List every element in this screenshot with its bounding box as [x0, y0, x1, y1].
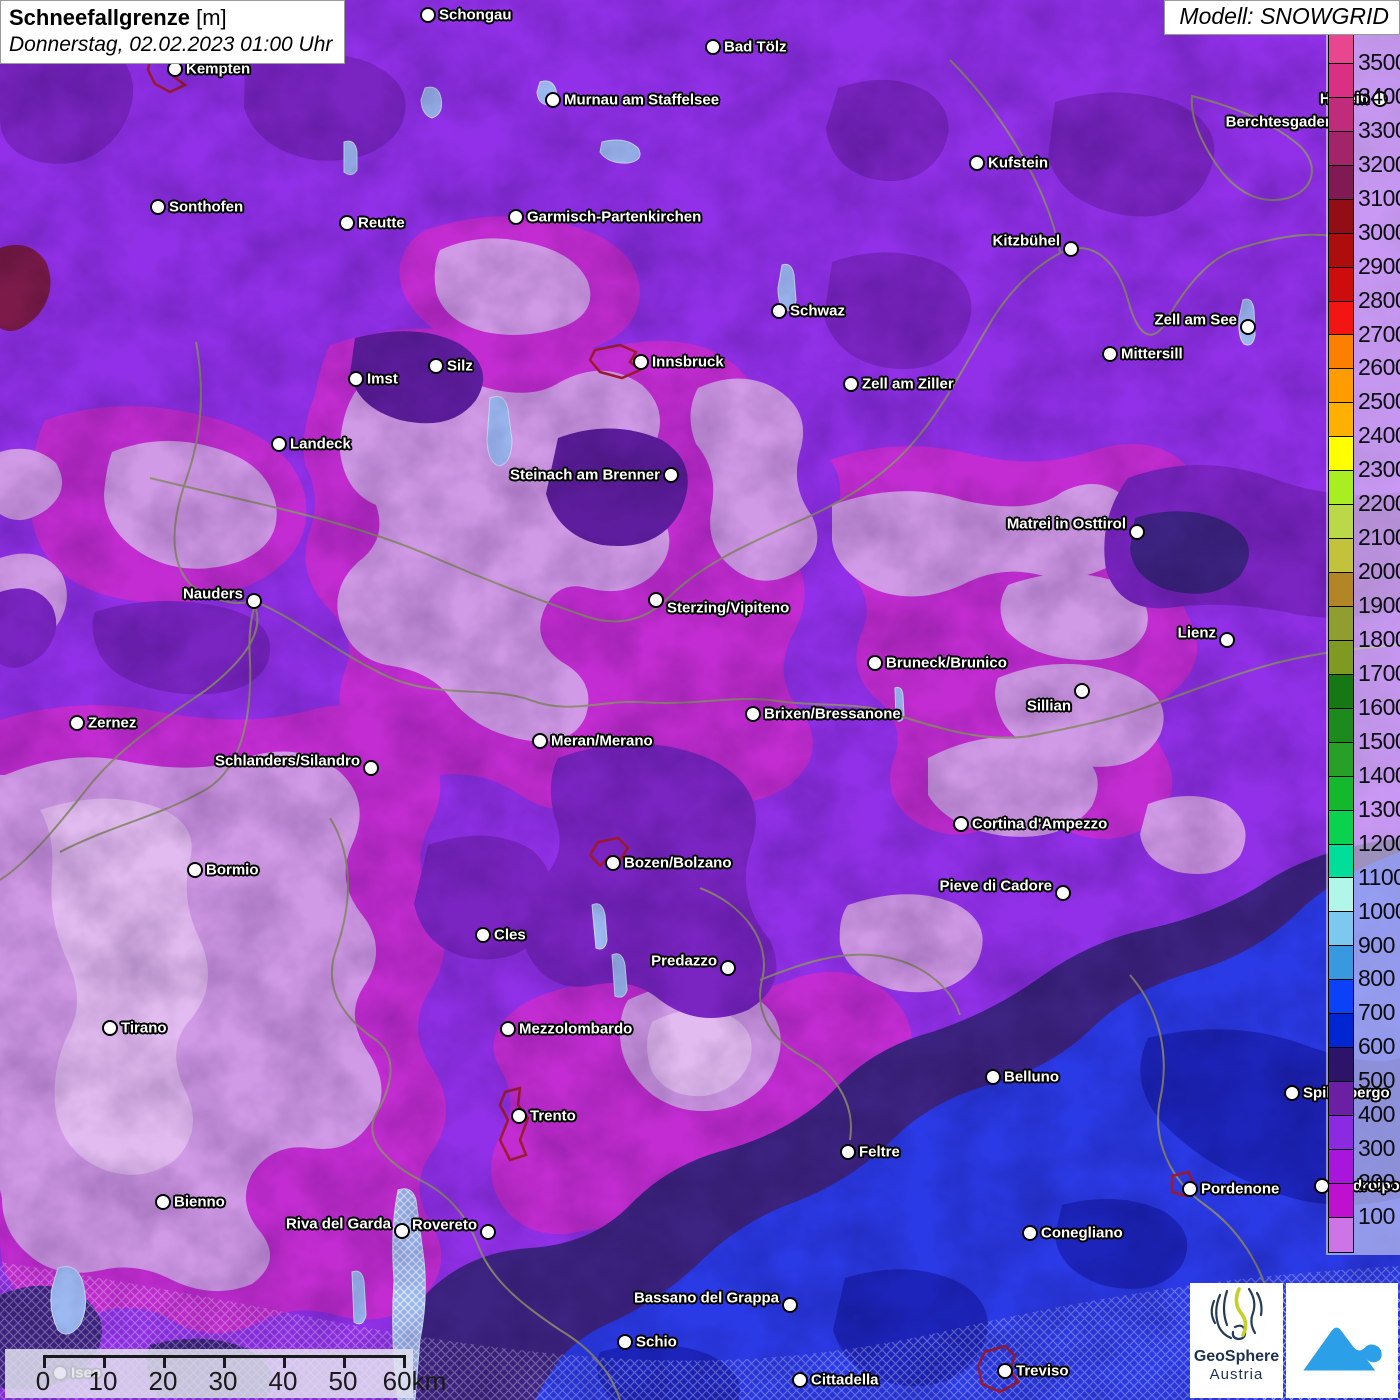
legend-value: 600 — [1358, 1033, 1395, 1060]
legend-value: 2100 — [1358, 524, 1400, 551]
legend-color-cell — [1329, 607, 1353, 641]
legend-value: 900 — [1358, 931, 1395, 958]
legend-color-cell — [1329, 200, 1353, 234]
map-unit: [m] — [196, 5, 227, 30]
legend-color-cell — [1329, 30, 1353, 64]
legend-color-cell — [1329, 573, 1353, 607]
legend-value: 3500 — [1358, 49, 1400, 76]
scale-tick-label: 20 — [149, 1366, 178, 1397]
legend-value: 2500 — [1358, 388, 1400, 415]
legend-color-cell — [1329, 1082, 1353, 1116]
legend-value: 3100 — [1358, 185, 1400, 212]
snowfall-limit-map: SchongauBad TölzKemptenMurnau am Staffel… — [0, 0, 1400, 1400]
legend-value: 2200 — [1358, 490, 1400, 517]
legend-color-cell — [1329, 912, 1353, 946]
legend-color-cell — [1329, 1150, 1353, 1184]
legend-color-cell — [1329, 1014, 1353, 1048]
legend-value: 1900 — [1358, 592, 1400, 619]
geosphere-logo-subtext: Austria — [1190, 1366, 1283, 1383]
legend-color-cell — [1329, 403, 1353, 437]
legend-value: 2900 — [1358, 253, 1400, 280]
legend-color-cell — [1329, 1116, 1353, 1150]
legend-color-cell — [1329, 777, 1353, 811]
legend-value: 3300 — [1358, 117, 1400, 144]
legend-color-cell — [1329, 268, 1353, 302]
map-datetime: Donnerstag, 02.02.2023 01:00 Uhr — [9, 33, 332, 57]
model-label: Modell: SNOWGRID — [1164, 0, 1400, 35]
legend-value: 700 — [1358, 999, 1395, 1026]
map-title: Schneefallgrenze — [9, 5, 190, 30]
legend-color-cell — [1329, 878, 1353, 912]
geosphere-logo-text: GeoSphere — [1190, 1348, 1283, 1366]
legend-color-cell — [1329, 335, 1353, 369]
legend-color-cell — [1329, 743, 1353, 777]
legend-value: 1800 — [1358, 626, 1400, 653]
legend-value: 2600 — [1358, 354, 1400, 381]
legend-colorbar — [1328, 29, 1354, 1253]
legend-color-cell — [1329, 302, 1353, 336]
map-background — [0, 0, 1400, 1400]
legend-value: 3400 — [1358, 83, 1400, 110]
legend-color-cell — [1329, 505, 1353, 539]
legend-color-cell — [1329, 369, 1353, 403]
legend-color-cell — [1329, 98, 1353, 132]
legend-color-cell — [1329, 437, 1353, 471]
geosphere-logo: GeoSphere Austria — [1190, 1283, 1283, 1398]
legend-color-cell — [1329, 641, 1353, 675]
legend-color-cell — [1329, 471, 1353, 505]
contour-squiggle-icon — [1205, 1283, 1269, 1345]
legend-color-cell — [1329, 845, 1353, 879]
legend-color-cell — [1329, 539, 1353, 573]
legend-color-cell — [1329, 811, 1353, 845]
scale-tick-label: 50 — [329, 1366, 358, 1397]
legend-value: 2400 — [1358, 422, 1400, 449]
legend-value: 3200 — [1358, 151, 1400, 178]
legend-value: 2300 — [1358, 456, 1400, 483]
legend-value: 800 — [1358, 965, 1395, 992]
legend-color-cell — [1329, 64, 1353, 98]
legend-value: 300 — [1358, 1135, 1395, 1162]
legend-value: 200 — [1358, 1169, 1395, 1196]
legend-color-cell — [1329, 234, 1353, 268]
legend-value: 500 — [1358, 1067, 1395, 1094]
scale-tick-label: 30 — [209, 1366, 238, 1397]
legend-value: 1600 — [1358, 694, 1400, 721]
legend-value: 1700 — [1358, 660, 1400, 687]
scale-tick-label: 0 — [36, 1366, 50, 1397]
blue-mountain-icon — [1296, 1295, 1388, 1387]
legend-value: 2000 — [1358, 558, 1400, 585]
legend-color-cell — [1329, 1048, 1353, 1082]
legend-value: 400 — [1358, 1101, 1395, 1128]
legend-color-cell — [1329, 980, 1353, 1014]
scale-tick-label: 40 — [269, 1366, 298, 1397]
legend-value: 1300 — [1358, 796, 1400, 823]
scale-tick-label: 10 — [89, 1366, 118, 1397]
legend-color-cell — [1329, 675, 1353, 709]
legend-color-cell — [1329, 132, 1353, 166]
legend-value: 1400 — [1358, 762, 1400, 789]
legend-value: 1000 — [1358, 898, 1400, 925]
legend-color-cell — [1329, 1218, 1353, 1252]
title-box: Schneefallgrenze [m] Donnerstag, 02.02.2… — [0, 0, 345, 64]
legend-value: 2700 — [1358, 320, 1400, 347]
legend-value: 2800 — [1358, 287, 1400, 314]
scale-tick-label: 60km — [383, 1366, 447, 1397]
legend-color-cell — [1329, 709, 1353, 743]
legend-color-cell — [1329, 1184, 1353, 1218]
scale-bar: 0102030405060km — [5, 1349, 413, 1398]
legend-color-cell — [1329, 946, 1353, 980]
legend-value: 1100 — [1358, 864, 1400, 891]
map-title-line: Schneefallgrenze [m] — [9, 5, 332, 31]
legend-value: 1200 — [1358, 830, 1400, 857]
legend-value: 100 — [1358, 1203, 1395, 1230]
terrain-texture — [0, 0, 1400, 1400]
avalanche-logo — [1286, 1283, 1398, 1398]
legend-color-cell — [1329, 166, 1353, 200]
legend-value: 3000 — [1358, 219, 1400, 246]
legend-value: 1500 — [1358, 728, 1400, 755]
